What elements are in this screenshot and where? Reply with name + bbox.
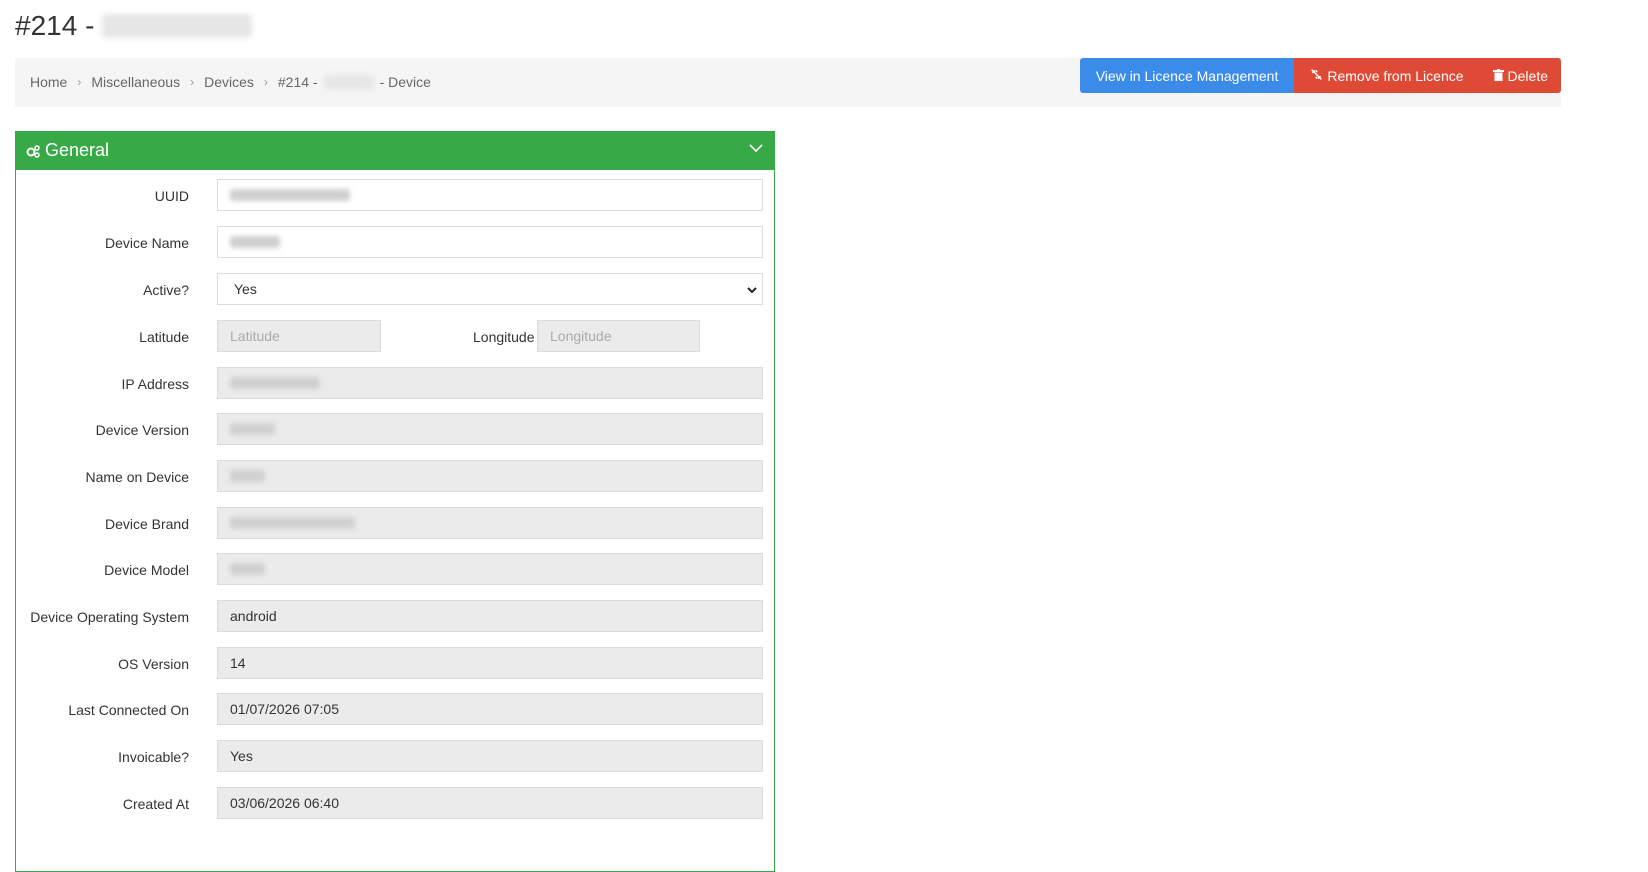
name-on-device-input[interactable] xyxy=(217,460,763,492)
delete-label: Delete xyxy=(1507,67,1548,84)
redacted-value xyxy=(230,189,350,201)
row-active: Active? Yes xyxy=(16,273,774,305)
row-os-version: OS Version 14 xyxy=(16,647,774,679)
created-at-input[interactable]: 03/06/2026 06:40 xyxy=(217,787,763,819)
remove-licence-label: Remove from Licence xyxy=(1327,67,1464,84)
device-os-label: Device Operating System xyxy=(30,609,189,625)
redacted-title xyxy=(102,14,253,38)
device-name-label: Device Name xyxy=(104,235,189,251)
invoicable-value: Yes xyxy=(230,748,253,764)
created-at-label: Created At xyxy=(122,796,189,812)
invoicable-label: Invoicable? xyxy=(118,749,189,765)
device-model-input[interactable] xyxy=(217,553,763,585)
general-panel: General UUID Device Name Active? Yes Lat… xyxy=(15,131,775,872)
created-at-value: 03/06/2026 06:40 xyxy=(230,795,339,811)
device-brand-label: Device Brand xyxy=(104,516,189,532)
os-version-input[interactable]: 14 xyxy=(217,647,763,679)
redacted-value xyxy=(230,377,320,389)
active-select[interactable]: Yes xyxy=(217,273,763,305)
breadcrumb-current-suffix: - Device xyxy=(379,74,431,90)
device-os-value: android xyxy=(230,608,277,624)
ip-address-label: IP Address xyxy=(121,376,189,392)
view-licence-label: View in Licence Management xyxy=(1095,67,1279,84)
uuid-input[interactable] xyxy=(217,179,763,211)
redacted-value xyxy=(230,517,355,529)
last-connected-input[interactable]: 01/07/2026 07:05 xyxy=(217,693,763,725)
breadcrumb-home[interactable]: Home xyxy=(30,74,67,90)
chevron-down-icon xyxy=(746,283,758,299)
panel-header[interactable]: General xyxy=(16,131,774,170)
row-name-on-device: Name on Device xyxy=(16,460,774,492)
row-device-name: Device Name xyxy=(16,226,774,258)
latitude-placeholder: Latitude xyxy=(230,328,280,344)
last-connected-label: Last Connected On xyxy=(68,702,189,718)
row-uuid: UUID xyxy=(16,179,774,211)
row-invoicable: Invoicable? Yes xyxy=(16,740,774,772)
redacted-value xyxy=(230,470,265,482)
action-buttons: View in Licence Management Remove from L… xyxy=(1079,58,1561,93)
invoicable-input[interactable]: Yes xyxy=(217,740,763,772)
breadcrumb-devices[interactable]: Devices xyxy=(204,74,254,90)
breadcrumb: Home › Miscellaneous › Devices › #214 - … xyxy=(30,74,431,90)
device-brand-input[interactable] xyxy=(217,507,763,539)
chevron-right-icon: › xyxy=(263,75,268,89)
active-value: Yes xyxy=(234,281,257,297)
view-licence-button[interactable]: View in Licence Management xyxy=(1079,58,1295,93)
cogs-icon xyxy=(26,144,40,158)
breadcrumb-miscellaneous[interactable]: Miscellaneous xyxy=(91,74,180,90)
device-os-input[interactable]: android xyxy=(217,600,763,632)
row-device-version: Device Version xyxy=(16,413,774,445)
device-model-label: Device Model xyxy=(104,562,189,578)
os-version-value: 14 xyxy=(230,655,246,671)
longitude-placeholder: Longitude xyxy=(550,328,612,344)
panel-title: General xyxy=(45,140,110,160)
remove-licence-button[interactable]: Remove from Licence xyxy=(1294,58,1480,93)
chevron-right-icon: › xyxy=(190,75,195,89)
device-version-label: Device Version xyxy=(95,422,189,438)
last-connected-value: 01/07/2026 07:05 xyxy=(230,701,339,717)
uuid-label: UUID xyxy=(154,188,189,204)
latitude-label: Latitude xyxy=(139,329,189,345)
redacted-value xyxy=(230,236,280,248)
breadcrumb-current-prefix: #214 - xyxy=(277,74,318,90)
row-device-os: Device Operating System android xyxy=(16,600,774,632)
name-on-device-label: Name on Device xyxy=(85,469,190,485)
chevron-right-icon: › xyxy=(77,75,82,89)
page-title: #214 - xyxy=(15,10,253,42)
row-created-at: Created At 03/06/2026 06:40 xyxy=(16,787,774,819)
page-title-prefix: #214 - xyxy=(15,10,95,41)
row-coordinates: Latitude Latitude Longitude Longitude xyxy=(16,320,774,352)
longitude-label: Longitude xyxy=(473,329,535,345)
device-name-input[interactable] xyxy=(217,226,763,258)
trash-icon xyxy=(1492,68,1504,84)
redacted-value xyxy=(230,563,265,575)
device-version-input[interactable] xyxy=(217,413,763,445)
row-last-connected: Last Connected On 01/07/2026 07:05 xyxy=(16,693,774,725)
longitude-input[interactable]: Longitude xyxy=(537,320,700,352)
latitude-input[interactable]: Latitude xyxy=(217,320,381,352)
unlink-icon xyxy=(1310,68,1323,84)
active-label: Active? xyxy=(143,282,189,298)
redacted-value xyxy=(230,423,275,435)
delete-button[interactable]: Delete xyxy=(1479,58,1561,93)
chevron-down-icon[interactable] xyxy=(748,140,764,161)
row-device-brand: Device Brand xyxy=(16,507,774,539)
os-version-label: OS Version xyxy=(118,656,189,672)
redacted-name xyxy=(323,75,374,89)
ip-address-input[interactable] xyxy=(217,367,763,399)
row-ip-address: IP Address xyxy=(16,367,774,399)
topbar: Home › Miscellaneous › Devices › #214 - … xyxy=(15,58,1561,107)
row-device-model: Device Model xyxy=(16,553,774,585)
